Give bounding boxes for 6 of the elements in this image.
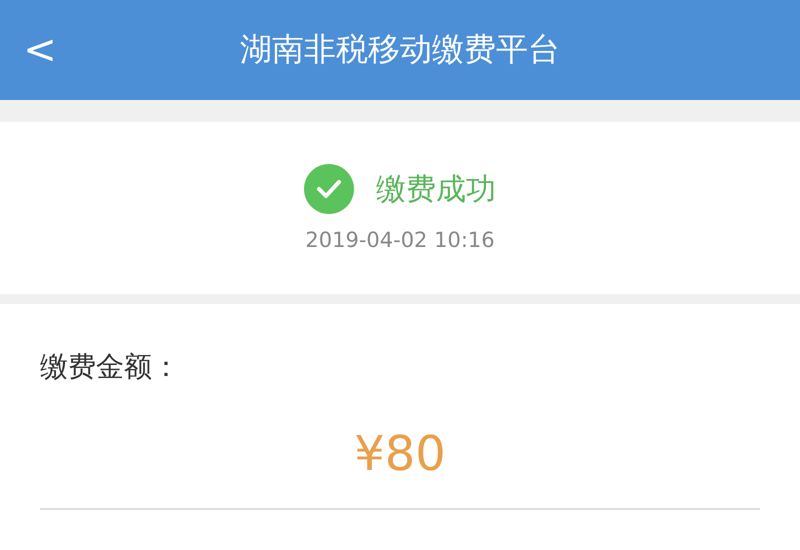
amount-value: ¥80 bbox=[353, 426, 447, 482]
page-title: 湖南非税移动缴费平台 bbox=[239, 29, 561, 70]
payment-status: 缴费成功 bbox=[376, 170, 496, 208]
back-button[interactable]: < bbox=[20, 27, 60, 73]
amount-label: 缴费金额： bbox=[40, 349, 181, 385]
payment-time: 2019-04-02 10:16 bbox=[305, 228, 495, 252]
